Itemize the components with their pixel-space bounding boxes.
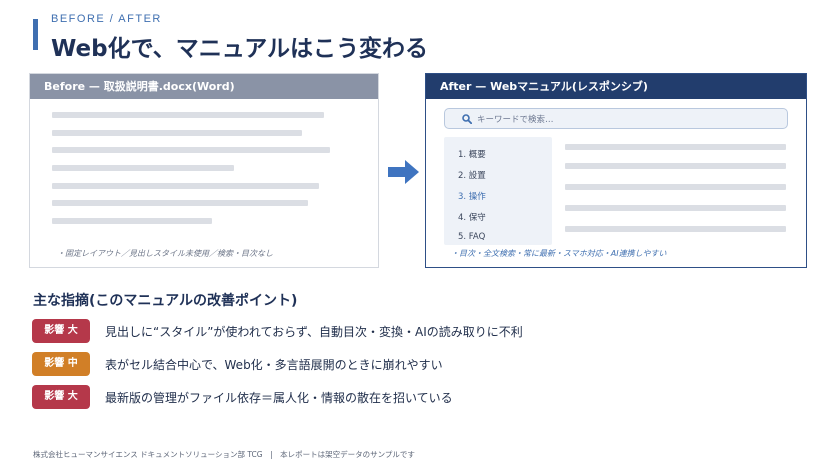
toc-item-faq[interactable]: 5. FAQ — [458, 232, 485, 242]
title-accent-bar — [33, 19, 38, 50]
impact-badge-high: 影響 大 — [32, 385, 90, 409]
search-icon — [462, 114, 472, 124]
after-panel: After — Webマニュアル(レスポンシブ) キーワードで検索… 1. 概要… — [425, 73, 807, 268]
after-panel-header: After — Webマニュアル(レスポンシブ) — [426, 74, 806, 99]
doc-text-line — [52, 165, 234, 171]
finding-text: 表がセル結合中心で、Web化・多言語展開のときに崩れやすい — [105, 358, 443, 372]
toc-item-maintenance[interactable]: 4. 保守 — [458, 211, 486, 223]
finding-text: 最新版の管理がファイル依存＝属人化・情報の散在を招いている — [105, 391, 453, 405]
before-note: ・固定レイアウト／見出しスタイル未使用／検索・目次なし — [57, 249, 273, 258]
doc-text-line — [52, 130, 302, 136]
before-panel: Before — 取扱説明書.docx(Word) ・固定レイアウト／見出しスタ… — [29, 73, 379, 268]
page-title: Web化で、マニュアルはこう変わる — [51, 36, 429, 62]
content-text-line — [565, 226, 786, 232]
after-note: ・目次・全文検索・常に最新・スマホ対応・AI連携しやすい — [451, 249, 667, 258]
doc-text-line — [52, 112, 324, 118]
findings-title: 主な指摘(このマニュアルの改善ポイント) — [33, 293, 298, 309]
impact-badge-high: 影響 大 — [32, 319, 90, 343]
table-of-contents: 1. 概要 2. 設置 3. 操作 4. 保守 5. FAQ — [444, 137, 552, 245]
eyebrow-label: BEFORE / AFTER — [51, 13, 162, 25]
content-text-line — [565, 163, 786, 169]
finding-text: 見出しに“スタイル”が使われておらず、自動目次・変換・AIの読み取りに不利 — [105, 325, 523, 339]
toc-item-overview[interactable]: 1. 概要 — [458, 148, 486, 160]
doc-text-line — [52, 218, 212, 224]
impact-badge-medium: 影響 中 — [32, 352, 90, 376]
content-text-line — [565, 205, 786, 211]
content-text-line — [565, 144, 786, 150]
content-text-line — [565, 184, 786, 190]
doc-text-line — [52, 183, 319, 189]
before-panel-header: Before — 取扱説明書.docx(Word) — [30, 74, 378, 99]
footer-text: 株式会社ヒューマンサイエンス ドキュメントソリューション部 TCG | 本レポー… — [33, 450, 415, 459]
doc-text-line — [52, 200, 308, 206]
toc-item-setup[interactable]: 2. 設置 — [458, 169, 486, 181]
doc-text-line — [52, 147, 330, 153]
toc-item-operation[interactable]: 3. 操作 — [458, 190, 486, 202]
search-placeholder: キーワードで検索… — [477, 115, 554, 125]
arrow-right-icon — [388, 160, 419, 184]
search-input[interactable]: キーワードで検索… — [444, 108, 788, 129]
